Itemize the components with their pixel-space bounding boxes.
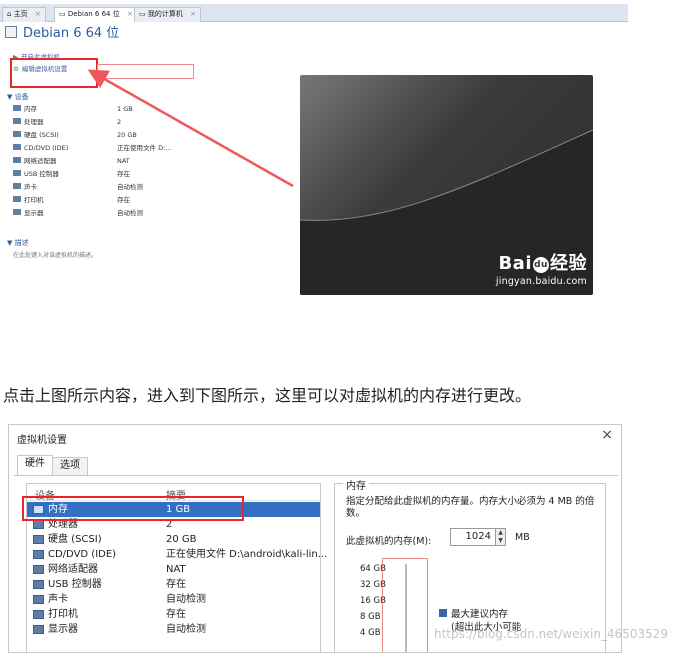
device-row-sound[interactable]: 声卡 自动检测 [27, 592, 320, 607]
annotation-highlight-box [22, 496, 244, 521]
monitor-icon [33, 625, 44, 634]
vm-settings-dialog: 虚拟机设置 × 硬件 选项 设备 摘要 内存 1 GB 处理器 2 硬盘 (SCSI… [8, 424, 622, 653]
device-name: USB 控制器 [48, 579, 102, 590]
device-name: 打印机 [48, 609, 78, 620]
close-icon[interactable]: × [601, 427, 613, 443]
memory-spinner[interactable]: ▲ ▼ [495, 528, 506, 546]
device-summary: 自动检测 [166, 594, 206, 605]
device-name: 网络适配器 [48, 564, 98, 575]
device-summary: NAT [166, 564, 186, 575]
memory-field-label: 此虚拟机的内存(M): [346, 536, 432, 547]
cpu-icon [33, 520, 44, 529]
network-icon [33, 565, 44, 574]
device-name: CD/DVD (IDE) [48, 549, 117, 560]
device-summary: 20 GB [166, 534, 197, 545]
recommended-marker-icon [439, 609, 447, 617]
recommended-label: 最大建议内存 [451, 609, 509, 620]
device-row-display[interactable]: 显示器 自动检测 [27, 622, 320, 637]
printer-icon [33, 610, 44, 619]
scale-tick: 4 GB [360, 628, 381, 638]
instruction-caption: 点击上图所示内容，进入到下图所示，这里可以对虚拟机的内存进行更改。 [3, 386, 532, 405]
chevron-down-icon[interactable]: ▼ [496, 537, 505, 545]
device-row-usb[interactable]: USB 控制器 存在 [27, 577, 320, 592]
annotation-arrow [87, 69, 294, 188]
disk-icon [33, 535, 44, 544]
usb-icon [33, 580, 44, 589]
cd-icon [33, 550, 44, 559]
device-name: 声卡 [48, 594, 68, 605]
device-summary: 存在 [166, 579, 186, 590]
tab-hardware[interactable]: 硬件 [17, 455, 53, 475]
device-row-cdrom[interactable]: CD/DVD (IDE) 正在使用文件 D:\android\kali-lin..… [27, 547, 327, 562]
blog-watermark: https://blog.csdn.net/weixin_46503529 [433, 627, 668, 641]
memory-description: 指定分配给此虚拟机的内存量。内存大小必须为 4 MB 的倍数。 [346, 496, 595, 519]
device-summary: 正在使用文件 D:\android\kali-lin... [166, 549, 328, 560]
device-name: 硬盘 (SCSI) [48, 534, 102, 545]
scale-tick: 8 GB [360, 612, 381, 622]
memory-group-label: 内存 [343, 477, 369, 492]
dialog-title: 虚拟机设置 [17, 435, 67, 446]
memory-size-input[interactable]: 1024 [450, 528, 496, 546]
device-summary: 存在 [166, 609, 186, 620]
device-name: 显示器 [48, 624, 78, 635]
device-summary: 自动检测 [166, 624, 206, 635]
chevron-up-icon[interactable]: ▲ [496, 529, 505, 537]
annotation-scale-box [382, 558, 428, 652]
tab-options[interactable]: 选项 [52, 457, 88, 475]
device-row-printer[interactable]: 打印机 存在 [27, 607, 320, 622]
device-row-network[interactable]: 网络适配器 NAT [27, 562, 320, 577]
device-row-disk[interactable]: 硬盘 (SCSI) 20 GB [27, 532, 320, 547]
memory-unit: MB [515, 532, 530, 543]
sound-icon [33, 595, 44, 604]
